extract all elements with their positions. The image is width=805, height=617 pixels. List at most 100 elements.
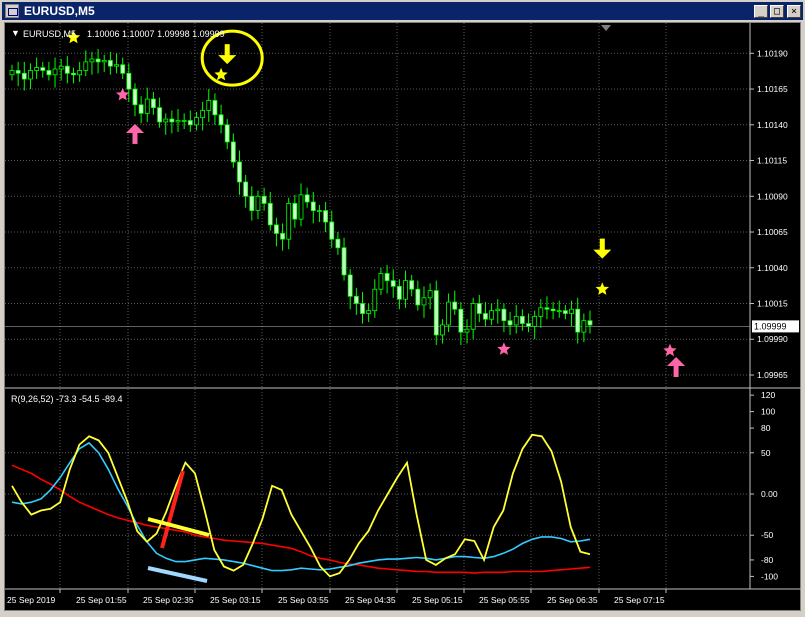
price-tick-label: 1.10015 <box>757 299 788 309</box>
minimize-button[interactable]: _ <box>754 5 768 18</box>
indicator-tick-label: 50 <box>761 448 771 458</box>
chart-svg[interactable]: 1.10190 1.10165 1.10140 1.10115 1.10090 1.100… <box>5 23 802 612</box>
candle-body <box>304 194 310 203</box>
terminal-chart-window: EURUSD,M5 _ □ × 1.10190 1.10165 1.10140 1.1… <box>0 0 805 614</box>
candle-body <box>372 288 378 312</box>
candle-body <box>138 104 144 114</box>
candle-body <box>532 315 538 327</box>
indicator-tick-label: -80 <box>761 555 774 565</box>
candle-body <box>224 124 230 143</box>
window-title: EURUSD,M5 <box>24 4 95 18</box>
indicator-lines <box>11 433 591 578</box>
candle-body <box>151 98 156 109</box>
chart-window-icon <box>5 4 19 18</box>
candle-body <box>433 290 439 336</box>
signal-star-icon <box>663 343 677 357</box>
time-axis: 25 Sep 2019 25 Sep 01:55 25 Sep 02:35 25 Se… <box>7 589 667 605</box>
candle-body <box>366 310 372 314</box>
candle-body <box>274 224 279 234</box>
candle-body <box>95 58 101 63</box>
time-tick-label: 25 Sep 02:35 <box>143 595 194 605</box>
candle-body <box>550 308 556 312</box>
price-tick-label: 1.09990 <box>757 334 788 344</box>
price-tick-label: 1.10040 <box>757 263 788 273</box>
candle-body <box>476 303 482 314</box>
candle-body <box>489 310 495 320</box>
candle-body <box>206 100 212 111</box>
candle-body <box>403 280 408 300</box>
candle-body <box>519 315 525 324</box>
window-titlebar[interactable]: EURUSD,M5 _ □ × <box>2 2 803 20</box>
indicator-grid <box>5 389 750 589</box>
buy-arrow-icon <box>667 356 686 377</box>
chart-symbol-label: EURUSD,M5 <box>23 29 76 39</box>
candle-body <box>556 310 562 313</box>
indicator-label: R(9,26,52) -73.3 -54.5 -89.4 <box>11 394 123 404</box>
candle-body <box>46 70 52 76</box>
price-grid <box>5 23 802 590</box>
candle-body <box>360 303 365 314</box>
candle-body <box>169 118 175 123</box>
candle-body <box>409 280 415 290</box>
chart-area[interactable]: 1.10190 1.10165 1.10140 1.10115 1.10090 1.100… <box>4 22 802 612</box>
candle-body <box>120 64 126 74</box>
annotation-blue-stroke <box>147 566 208 583</box>
annotation-red-stroke <box>160 470 185 549</box>
candle-body <box>384 273 390 282</box>
candle-body <box>396 285 402 300</box>
maximize-button[interactable]: □ <box>770 5 784 18</box>
sell-arrow-icon <box>593 238 612 259</box>
candle-body <box>181 120 187 122</box>
symbol-dropdown-icon[interactable]: ▼ <box>11 28 20 38</box>
chart-shift-icon[interactable] <box>601 25 611 31</box>
candle-body <box>452 301 458 310</box>
candle-body <box>21 72 27 80</box>
candle-body <box>317 210 322 212</box>
candle-body <box>77 70 83 76</box>
candle-body <box>286 203 292 240</box>
candle-body <box>458 308 464 333</box>
indicator-tick-label: 120 <box>761 390 775 400</box>
candle-body <box>200 110 206 119</box>
time-tick-label: 25 Sep 2019 <box>7 595 55 605</box>
time-tick-label: 25 Sep 06:35 <box>547 595 598 605</box>
candle-body <box>144 98 150 114</box>
candle-body <box>341 247 347 276</box>
candle-body <box>569 308 574 314</box>
price-tick-label: 1.10190 <box>757 48 788 58</box>
candle-body <box>292 203 298 220</box>
candle-body <box>187 120 193 126</box>
price-tick-label: 1.10090 <box>757 191 788 201</box>
signal-star-icon <box>497 342 511 355</box>
candle-body <box>126 72 132 90</box>
signal-star-icon <box>116 87 130 101</box>
candle-body <box>390 280 396 287</box>
close-button[interactable]: × <box>787 5 801 18</box>
price-tick-label: 1.10165 <box>757 84 788 94</box>
candle-body <box>267 203 273 226</box>
candle-body <box>107 60 113 67</box>
candle-body <box>237 161 242 183</box>
candle-body <box>163 118 169 123</box>
candle-body <box>581 320 587 333</box>
price-tick-label: 1.10065 <box>757 227 788 237</box>
candle-body <box>310 201 316 211</box>
candle-body <box>507 320 513 326</box>
price-tick-label: 1.10140 <box>757 120 788 130</box>
candlesticks <box>9 49 593 345</box>
candle-body <box>335 238 341 249</box>
candle-body <box>483 313 488 320</box>
candle-body <box>427 290 433 299</box>
candle-body <box>378 273 384 290</box>
candle-body <box>89 58 95 63</box>
candle-body <box>587 320 593 326</box>
candle-body <box>114 64 119 67</box>
sell-arrow-icon <box>218 44 237 65</box>
candle-body <box>280 233 285 240</box>
candle-body <box>71 72 76 76</box>
signal-star-icon <box>595 282 609 295</box>
candle-body <box>243 181 249 197</box>
candle-body <box>347 274 353 297</box>
rsi-fast-line <box>11 433 591 578</box>
candle-body <box>544 307 550 310</box>
